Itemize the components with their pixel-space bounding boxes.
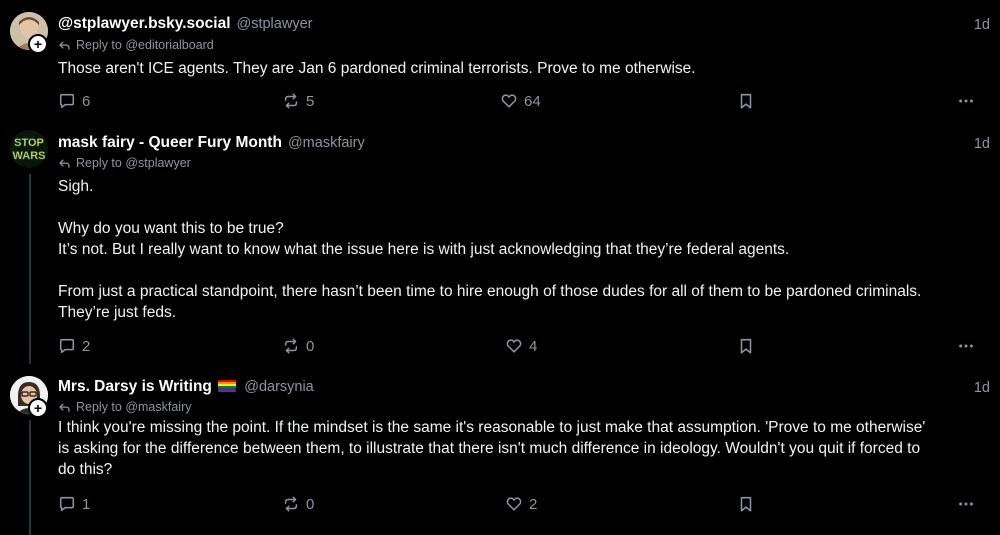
like-button[interactable]: 64 (500, 92, 541, 110)
reply-button[interactable]: 1 (58, 495, 90, 513)
more-options-button[interactable] (957, 337, 975, 355)
like-count: 2 (529, 495, 538, 513)
speech-bubble-icon (59, 496, 75, 512)
bookmark-button[interactable] (737, 495, 755, 513)
post-text-line: Sigh. (58, 178, 94, 195)
post-maskfairy[interactable]: STOP WARS mask fairy - Queer Fury Month … (0, 122, 1000, 368)
reply-count: 1 (82, 495, 91, 513)
post-text-line: Those aren't ICE agents. They are Jan 6 … (58, 60, 696, 77)
follow-plus-icon[interactable]: + (28, 34, 48, 54)
repost-button[interactable]: 5 (282, 92, 314, 110)
post-text-line: do this? (58, 461, 113, 478)
bookmark-icon (740, 496, 752, 512)
reply-to-label[interactable]: Reply to @editorialboard (76, 38, 214, 52)
timestamp[interactable]: 1d (974, 380, 990, 396)
reply-arrow-icon (59, 159, 70, 168)
repost-button[interactable]: 0 (282, 337, 314, 355)
ellipsis-icon (959, 99, 973, 103)
reply-to-label[interactable]: Reply to @stplawyer (76, 156, 191, 170)
repost-arrows-icon (284, 496, 298, 512)
post-body: Sigh. Why do you want this to be true? I… (58, 176, 988, 323)
more-options-button[interactable] (957, 495, 975, 513)
display-name-text: Mrs. Darsy is Writing (58, 378, 212, 395)
display-name[interactable]: Mrs. Darsy is Writing (58, 378, 238, 396)
more-options-button[interactable] (957, 92, 975, 110)
thread-line (29, 174, 31, 364)
reply-button[interactable]: 6 (58, 92, 90, 110)
handle[interactable]: @stplawyer (237, 16, 313, 32)
post-text-line: They’re just feds. (58, 304, 177, 321)
repost-arrows-icon (284, 93, 298, 109)
repost-count: 0 (306, 337, 315, 355)
reply-arrow-icon (59, 41, 70, 50)
reply-arrow-icon (59, 403, 70, 412)
heart-icon (501, 94, 517, 108)
reply-button[interactable]: 2 (58, 337, 90, 355)
heart-icon (506, 339, 522, 353)
repost-button[interactable]: 0 (282, 495, 314, 513)
ellipsis-icon (959, 344, 973, 348)
rainbow-flag-icon (218, 380, 237, 392)
like-count: 64 (524, 92, 541, 110)
like-count: 4 (529, 337, 538, 355)
display-name[interactable]: @stplawyer.bsky.social (58, 15, 231, 33)
svg-text:WARS: WARS (13, 150, 46, 162)
reply-to[interactable]: Reply to @stplawyer (58, 156, 191, 170)
heart-icon (506, 497, 522, 511)
avatar[interactable]: STOP WARS (10, 130, 48, 168)
repost-count: 5 (306, 92, 315, 110)
post-stplawyer[interactable]: + @stplawyer.bsky.social @stplawyer 1d R… (0, 0, 1000, 122)
like-button[interactable]: 4 (505, 337, 537, 355)
follow-plus-icon[interactable]: + (28, 398, 48, 418)
speech-bubble-icon (59, 338, 75, 354)
post-header: Mrs. Darsy is Writing @darsynia (58, 378, 314, 396)
handle[interactable]: @darsynia (244, 379, 314, 395)
reply-count: 2 (82, 337, 91, 355)
post-header: mask fairy - Queer Fury Month @maskfairy (58, 134, 365, 152)
post-text-line: From just a practical standpoint, there … (58, 283, 922, 300)
post-text-line: I think you're missing the point. If the… (58, 419, 926, 436)
repost-arrows-icon (284, 338, 298, 354)
bookmark-icon (740, 93, 752, 109)
reply-to[interactable]: Reply to @editorialboard (58, 38, 214, 52)
svg-text:STOP: STOP (14, 137, 44, 149)
bookmark-button[interactable] (737, 92, 755, 110)
like-button[interactable]: 2 (505, 495, 537, 513)
bookmark-icon (740, 338, 752, 354)
reply-to[interactable]: Reply to @maskfairy (58, 400, 192, 414)
thread-line (29, 420, 31, 535)
timestamp[interactable]: 1d (974, 136, 990, 152)
timestamp[interactable]: 1d (974, 17, 990, 33)
post-text-line: Why do you want this to be true? (58, 220, 284, 237)
post-text-line: is asking for the difference between the… (58, 440, 921, 457)
post-body: I think you're missing the point. If the… (58, 417, 988, 480)
thread: + @stplawyer.bsky.social @stplawyer 1d R… (0, 0, 1000, 535)
post-text-line: It’s not. But I really want to know what… (58, 241, 790, 258)
display-name[interactable]: mask fairy - Queer Fury Month (58, 134, 282, 152)
handle[interactable]: @maskfairy (288, 135, 365, 151)
post-header: @stplawyer.bsky.social @stplawyer (58, 15, 312, 33)
post-body: Those aren't ICE agents. They are Jan 6 … (58, 58, 988, 79)
ellipsis-icon (959, 502, 973, 506)
reply-count: 6 (82, 92, 91, 110)
post-darsynia[interactable]: + Mrs. Darsy is Writing @darsynia 1d Rep… (0, 368, 1000, 535)
reply-to-label[interactable]: Reply to @maskfairy (76, 400, 192, 414)
bookmark-button[interactable] (737, 337, 755, 355)
speech-bubble-icon (59, 93, 75, 109)
repost-count: 0 (306, 495, 315, 513)
